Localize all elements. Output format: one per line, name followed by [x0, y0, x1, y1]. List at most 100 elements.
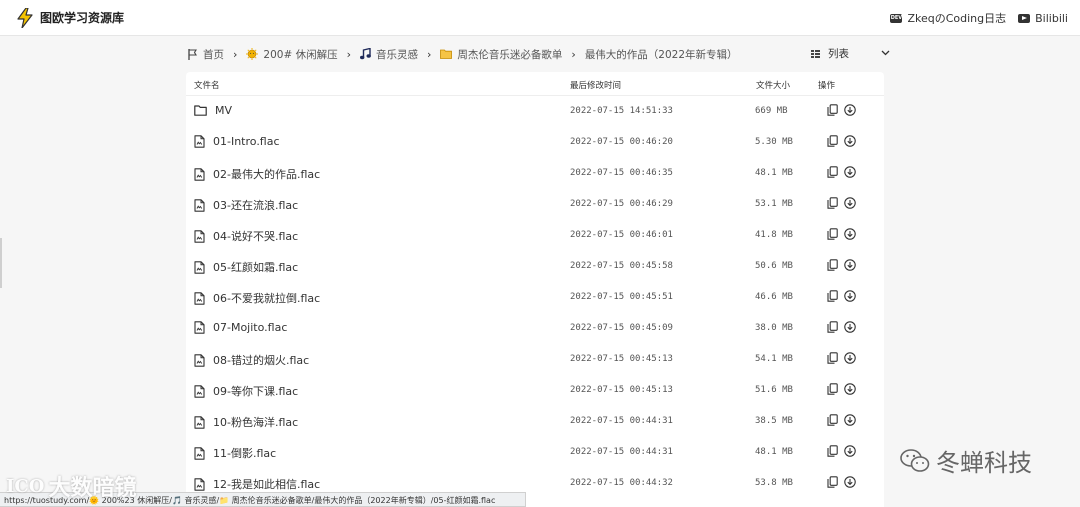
- file-name: 07-Mojito.flac: [213, 321, 288, 334]
- table-row[interactable]: 09-等你下课.flac 2022-07-15 00:45:13 51.6 MB: [186, 375, 884, 406]
- file-name: MV: [215, 104, 233, 117]
- file-name: 08-错过的烟火.flac: [213, 354, 310, 367]
- download-icon[interactable]: [844, 445, 856, 457]
- file-name-cell[interactable]: 05-红颜如霜.flac: [194, 259, 298, 275]
- file-name-cell[interactable]: 11-倒影.flac: [194, 445, 276, 461]
- copy-icon[interactable]: [827, 228, 838, 240]
- row-actions: [827, 197, 862, 209]
- download-icon[interactable]: [844, 197, 856, 209]
- copy-icon[interactable]: [827, 321, 838, 333]
- copy-icon[interactable]: [827, 290, 838, 302]
- copy-icon[interactable]: [827, 197, 838, 209]
- row-actions: [827, 166, 862, 178]
- file-name-cell[interactable]: 06-不爱我就拉倒.flac: [194, 290, 320, 306]
- breadcrumb-item-home[interactable]: 首页: [203, 47, 224, 62]
- modified-time: 2022-07-15 00:45:09: [570, 323, 673, 333]
- breadcrumb-item-music[interactable]: 音乐灵感: [376, 47, 418, 62]
- copy-icon[interactable]: [827, 414, 838, 426]
- file-name: 12-我是如此相信.flac: [213, 478, 321, 491]
- file-name-cell[interactable]: 01-Intro.flac: [194, 135, 280, 148]
- column-header-modified[interactable]: 最后修改时间: [570, 79, 621, 91]
- file-name-cell[interactable]: 04-说好不哭.flac: [194, 228, 298, 244]
- file-name-cell[interactable]: 02-最伟大的作品.flac: [194, 166, 320, 182]
- copy-icon[interactable]: [827, 383, 838, 395]
- download-icon[interactable]: [844, 228, 856, 240]
- download-icon[interactable]: [844, 476, 856, 488]
- file-name-cell[interactable]: 12-我是如此相信.flac: [194, 476, 320, 492]
- file-icon: [194, 415, 205, 429]
- file-icon: [194, 229, 205, 243]
- sidebar-edge-handle[interactable]: [0, 238, 2, 288]
- download-icon[interactable]: [844, 290, 856, 302]
- file-icon: [194, 291, 205, 305]
- row-actions: [827, 352, 862, 364]
- row-actions: [827, 104, 862, 116]
- table-row[interactable]: 03-还在流浪.flac 2022-07-15 00:46:29 53.1 MB: [186, 189, 884, 220]
- download-icon[interactable]: [844, 166, 856, 178]
- copy-icon[interactable]: [827, 104, 838, 116]
- copy-icon[interactable]: [827, 445, 838, 457]
- file-name-cell[interactable]: MV: [194, 104, 232, 117]
- row-actions: [827, 321, 862, 333]
- top-navbar: 图欧学习资源库 DEV ZkeqのCoding日志 Bilibili: [0, 0, 1080, 36]
- file-icon: [194, 198, 205, 212]
- table-row[interactable]: 10-粉色海洋.flac 2022-07-15 00:44:31 38.5 MB: [186, 406, 884, 437]
- download-icon[interactable]: [844, 352, 856, 364]
- table-row[interactable]: 08-错过的烟火.flac 2022-07-15 00:45:13 54.1 MB: [186, 344, 884, 375]
- copy-icon[interactable]: [827, 135, 838, 147]
- copy-icon[interactable]: [827, 476, 838, 488]
- dev-icon: DEV: [890, 13, 903, 23]
- file-name-cell[interactable]: 10-粉色海洋.flac: [194, 414, 298, 430]
- file-name: 04-说好不哭.flac: [213, 230, 299, 243]
- file-name-cell[interactable]: 03-还在流浪.flac: [194, 197, 298, 213]
- file-name: 03-还在流浪.flac: [213, 199, 299, 212]
- column-header-actions: 操作: [818, 81, 836, 91]
- table-row[interactable]: 11-倒影.flac 2022-07-15 00:44:31 48.1 MB: [186, 437, 884, 468]
- header-link-coding-log[interactable]: DEV ZkeqのCoding日志: [890, 10, 1006, 26]
- copy-icon[interactable]: [827, 352, 838, 364]
- column-header-size[interactable]: 文件大小: [756, 79, 790, 91]
- download-icon[interactable]: [844, 104, 856, 116]
- row-actions: [827, 445, 862, 457]
- file-name-cell[interactable]: 07-Mojito.flac: [194, 321, 287, 334]
- download-icon[interactable]: [844, 135, 856, 147]
- file-list-panel: 文件名 最后修改时间 文件大小 操作 MV 2022-07-15 14:51:33…: [186, 72, 884, 507]
- copy-icon[interactable]: [827, 166, 838, 178]
- breadcrumb-item-playlist[interactable]: 周杰伦音乐迷必备歌单: [457, 47, 562, 62]
- file-icon: [194, 321, 205, 334]
- watermark-left: ICO 大数暗镜: [6, 470, 136, 502]
- chevron-right-icon: ›: [346, 47, 351, 61]
- table-row[interactable]: MV 2022-07-15 14:51:33 669 MB: [186, 96, 884, 127]
- file-size: 50.6 MB: [755, 261, 793, 271]
- column-header-name[interactable]: 文件名: [194, 79, 220, 91]
- table-row[interactable]: 07-Mojito.flac 2022-07-15 00:45:09 38.0 MB: [186, 313, 884, 344]
- copy-icon[interactable]: [827, 259, 838, 271]
- row-actions: [827, 383, 862, 395]
- file-name-cell[interactable]: 08-错过的烟火.flac: [194, 352, 309, 368]
- table-row[interactable]: 04-说好不哭.flac 2022-07-15 00:46:01 41.8 MB: [186, 220, 884, 251]
- wechat-icon: [900, 448, 930, 474]
- file-icon: [194, 135, 205, 148]
- file-size: 5.30 MB: [755, 137, 793, 147]
- table-row[interactable]: 06-不爱我就拉倒.flac 2022-07-15 00:45:51 46.6 MB: [186, 282, 884, 313]
- table-row[interactable]: 01-Intro.flac 2022-07-15 00:46:20 5.30 MB: [186, 127, 884, 158]
- breadcrumb-item-relax[interactable]: 200# 休闲解压: [263, 47, 337, 62]
- download-icon[interactable]: [844, 383, 856, 395]
- download-icon[interactable]: [844, 259, 856, 271]
- header-link-label: ZkeqのCoding日志: [907, 12, 1007, 25]
- breadcrumb: 首页 › 200# 休闲解压 › 音乐灵感 › 周杰伦音乐迷必备歌单 › 最伟大…: [188, 46, 738, 62]
- download-icon[interactable]: [844, 414, 856, 426]
- watermark-text: 大数暗镜: [48, 476, 137, 501]
- header-link-bilibili[interactable]: Bilibili: [1018, 12, 1068, 25]
- file-name-cell[interactable]: 09-等你下课.flac: [194, 383, 298, 399]
- table-row[interactable]: 05-红颜如霜.flac 2022-07-15 00:45:58 50.6 MB: [186, 251, 884, 282]
- file-size: 38.0 MB: [755, 323, 793, 333]
- table-row[interactable]: 02-最伟大的作品.flac 2022-07-15 00:46:35 48.1 MB: [186, 158, 884, 189]
- download-icon[interactable]: [844, 321, 856, 333]
- folder-icon: [440, 49, 453, 59]
- chevron-right-icon: ›: [233, 47, 238, 61]
- view-mode-dropdown[interactable]: 列表: [811, 46, 890, 61]
- modified-time: 2022-07-15 14:51:33: [570, 106, 673, 116]
- modified-time: 2022-07-15 00:45:13: [570, 385, 673, 395]
- site-brand[interactable]: 图欧学习资源库: [16, 8, 124, 28]
